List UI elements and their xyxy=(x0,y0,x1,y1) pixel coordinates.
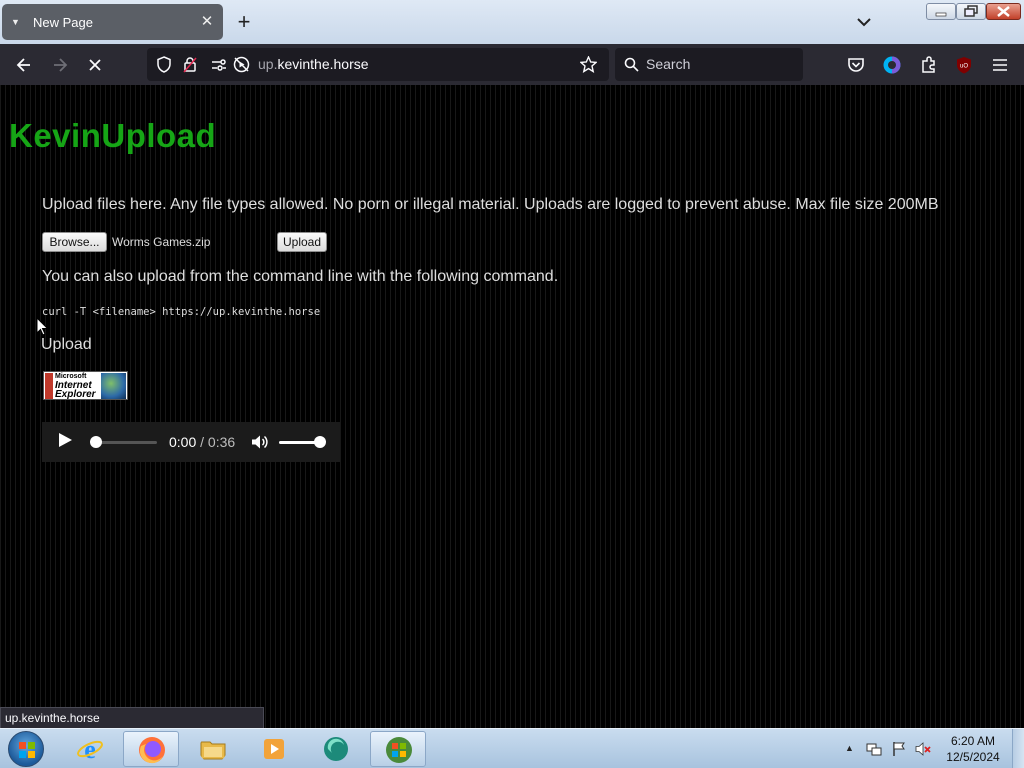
badge-red-stripe xyxy=(45,373,53,399)
autoplay-blocked-icon[interactable] xyxy=(233,56,250,73)
page-content: KevinUpload Upload files here. Any file … xyxy=(0,85,1024,728)
network-icon[interactable] xyxy=(866,741,882,757)
badge-line-explorer: Explorer xyxy=(55,389,96,400)
permissions-icon[interactable] xyxy=(211,57,227,73)
site-title: KevinUpload xyxy=(9,117,217,154)
tab-title: New Page xyxy=(33,14,93,30)
link-status-bar: up.kevinthe.horse xyxy=(0,707,264,729)
new-tab-button[interactable]: + xyxy=(233,11,255,34)
teal-globe-app-icon xyxy=(324,737,348,761)
list-all-tabs-chevron-icon[interactable] xyxy=(854,12,874,32)
upload-instructions: Upload files here. Any file types allowe… xyxy=(42,196,939,213)
tab-audio-icon: ▼ xyxy=(11,17,20,27)
menu-hamburger-icon[interactable] xyxy=(990,55,1010,75)
lock-icon[interactable] xyxy=(183,56,197,73)
search-icon xyxy=(624,57,639,72)
upload-button[interactable]: Upload xyxy=(277,232,327,252)
firefox-account-icon[interactable] xyxy=(882,55,902,75)
start-button-windows-icon[interactable] xyxy=(8,731,44,767)
browse-button[interactable]: Browse... xyxy=(42,232,107,252)
svg-text:uO: uO xyxy=(960,64,968,70)
back-arrow-icon[interactable] xyxy=(14,55,34,75)
show-hidden-icons-arrow-icon[interactable]: ▲ xyxy=(845,743,854,753)
taskbar-teal-app[interactable] xyxy=(308,731,364,767)
duration: 0:36 xyxy=(207,434,236,450)
url-text[interactable]: up.kevinthe.horse xyxy=(258,56,369,72)
search-placeholder: Search xyxy=(646,56,691,72)
volume-thumb[interactable] xyxy=(314,436,326,448)
taskbar-internet-explorer[interactable]: e xyxy=(62,731,118,767)
action-center-flag-icon[interactable] xyxy=(891,741,907,757)
volume-speaker-icon[interactable] xyxy=(250,433,268,451)
time-separator: / xyxy=(196,434,208,450)
internet-explorer-icon: e xyxy=(77,735,103,763)
tab-new-page[interactable]: ▼ New Page ✕ xyxy=(2,4,223,40)
media-player-icon xyxy=(264,739,284,759)
stop-loading-icon[interactable] xyxy=(85,55,105,75)
mouse-cursor-icon xyxy=(36,317,49,336)
selected-filename: Worms Games.zip xyxy=(112,235,211,249)
url-subdomain: up. xyxy=(258,56,278,72)
svg-text:e: e xyxy=(84,735,96,763)
internet-explorer-badge[interactable]: Microsoft Internet Explorer xyxy=(43,371,128,400)
volume-muted-icon[interactable] xyxy=(915,741,931,757)
taskbar-file-explorer[interactable] xyxy=(185,731,241,767)
taskbar-media-player[interactable] xyxy=(246,731,302,767)
window-close-button[interactable] xyxy=(986,3,1021,20)
taskbar: e ▲ 6:20 AM 12/5/2024 xyxy=(0,728,1024,768)
minimize-button[interactable] xyxy=(926,3,956,20)
upload-link[interactable]: Upload xyxy=(41,336,92,354)
clock-date[interactable]: 12/5/2024 xyxy=(940,750,1006,764)
forward-arrow-icon[interactable] xyxy=(50,55,70,75)
firefox-icon xyxy=(139,737,165,764)
seek-bar[interactable] xyxy=(97,441,157,444)
url-bar[interactable]: up.kevinthe.horse xyxy=(147,48,609,81)
search-bar[interactable]: Search xyxy=(615,48,803,81)
extensions-puzzle-icon[interactable] xyxy=(919,55,939,75)
curl-command: curl -T <filename> https://up.kevinthe.h… xyxy=(42,306,321,318)
navigation-toolbar: up.kevinthe.horse Search uO xyxy=(0,44,1024,85)
seek-thumb[interactable] xyxy=(90,436,102,448)
bookmark-star-icon[interactable] xyxy=(580,56,597,73)
clock-time[interactable]: 6:20 AM xyxy=(940,734,1006,748)
tab-strip: ▼ New Page ✕ + xyxy=(0,0,1024,44)
restore-button[interactable] xyxy=(956,3,986,20)
ublock-origin-icon[interactable]: uO xyxy=(954,55,974,75)
play-icon[interactable] xyxy=(59,433,72,447)
audio-player: 0:00 / 0:36 xyxy=(42,422,340,462)
tab-close-icon[interactable]: ✕ xyxy=(200,14,214,29)
tracking-protection-shield-icon[interactable] xyxy=(156,56,172,73)
current-time: 0:00 xyxy=(169,434,197,450)
globe-icon xyxy=(101,373,126,399)
taskbar-windows-app[interactable] xyxy=(370,731,426,767)
audio-time: 0:00 / 0:36 xyxy=(169,434,235,450)
folder-icon xyxy=(200,741,226,760)
show-desktop-button[interactable] xyxy=(1012,729,1024,768)
cli-instructions: You can also upload from the command lin… xyxy=(42,268,559,285)
badge-text: Microsoft Internet Explorer xyxy=(55,373,96,400)
taskbar-firefox[interactable] xyxy=(123,731,179,767)
url-domain: kevinthe.horse xyxy=(277,56,369,72)
windows-logo-icon xyxy=(386,737,412,763)
pocket-icon[interactable] xyxy=(846,55,866,75)
